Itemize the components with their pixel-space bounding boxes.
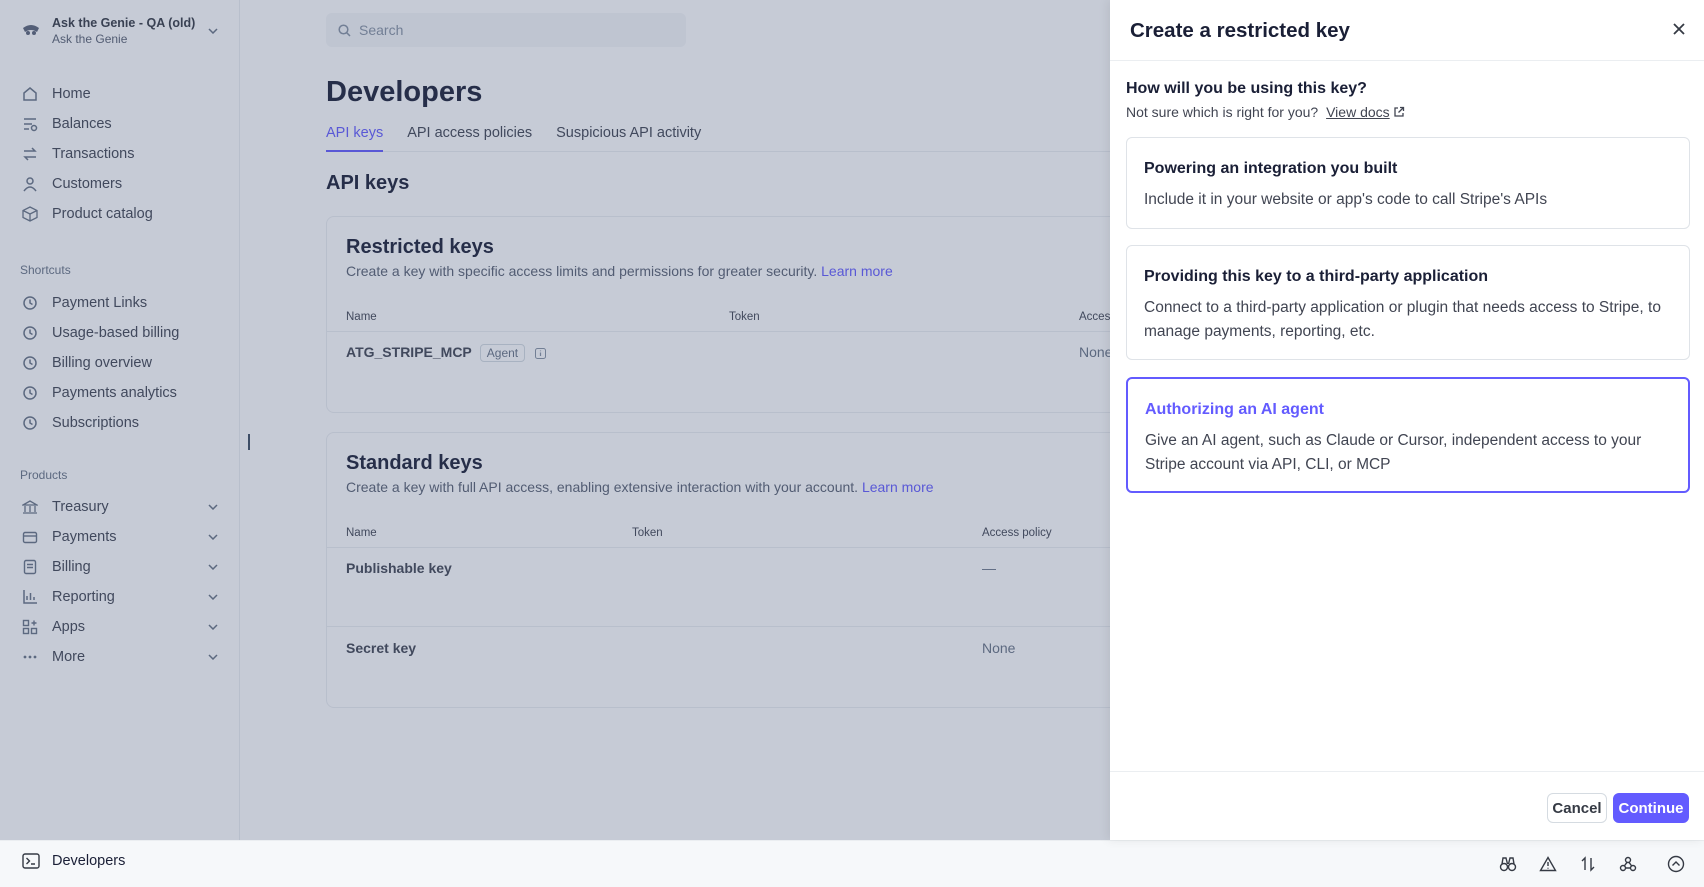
usage-question: How will you be using this key? <box>1126 80 1367 97</box>
bottom-toolbar <box>1488 852 1704 876</box>
webhooks-icon[interactable] <box>1608 852 1648 876</box>
close-icon <box>1673 23 1685 35</box>
close-button[interactable] <box>1666 16 1692 42</box>
drawer-header: Create a restricted key <box>1110 0 1704 61</box>
view-docs-link[interactable]: View docs <box>1326 104 1405 120</box>
drawer-title: Create a restricted key <box>1130 19 1350 42</box>
usage-hint-text: Not sure which is right for you? <box>1126 104 1319 120</box>
modal-backdrop[interactable] <box>0 0 1110 840</box>
option-desc: Connect to a third-party application or … <box>1144 299 1661 340</box>
option-title: Powering an integration you built <box>1144 160 1398 177</box>
option-title: Providing this key to a third-party appl… <box>1144 268 1489 285</box>
drawer-footer: Cancel Continue <box>1110 771 1704 840</box>
option-ai-agent[interactable]: Authorizing an AI agent Give an AI agent… <box>1126 377 1690 493</box>
usage-hint: Not sure which is right for you? View do… <box>1126 104 1405 120</box>
developers-toolbar-button[interactable]: Developers <box>22 853 125 869</box>
terminal-icon <box>22 853 40 869</box>
sidebar-resize-handle[interactable] <box>248 434 250 450</box>
cancel-button[interactable]: Cancel <box>1547 793 1607 823</box>
option-title: Authorizing an AI agent <box>1145 401 1324 418</box>
view-docs-label: View docs <box>1326 104 1390 120</box>
option-integration[interactable]: Powering an integration you built Includ… <box>1126 137 1690 229</box>
bottom-bar: Developers <box>0 840 1704 887</box>
option-desc: Include it in your website or app's code… <box>1144 191 1548 208</box>
continue-button[interactable]: Continue <box>1613 793 1689 823</box>
collapse-up-icon[interactable] <box>1648 852 1704 876</box>
developers-label: Developers <box>52 853 126 869</box>
option-desc: Give an AI agent, such as Claude or Curs… <box>1145 432 1642 473</box>
external-link-icon <box>1393 106 1405 118</box>
warning-icon[interactable] <box>1528 852 1568 876</box>
inspect-icon[interactable] <box>1488 852 1528 876</box>
create-restricted-key-drawer: Create a restricted key How will you be … <box>1110 0 1704 840</box>
sort-arrows-icon[interactable] <box>1568 852 1608 876</box>
option-third-party[interactable]: Providing this key to a third-party appl… <box>1126 245 1690 360</box>
